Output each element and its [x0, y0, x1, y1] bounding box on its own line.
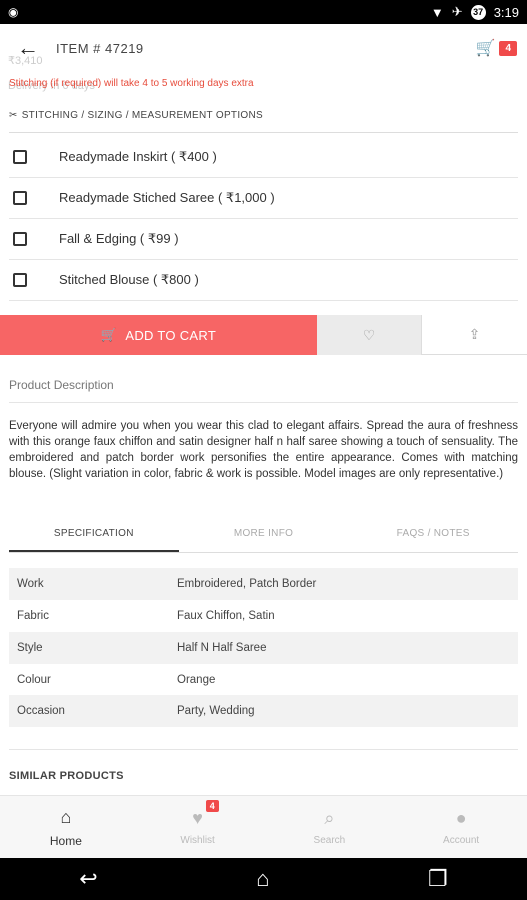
option-label: Stitched Blouse ( ₹800 ) [59, 272, 199, 287]
tab-more-info[interactable]: MORE INFO [179, 520, 349, 552]
app-bar: ₹3,410 Delivery in 6 days ← ITEM # 47219… [0, 24, 527, 92]
cart-count-badge: 4 [499, 40, 517, 56]
spec-value: Party, Wedding [177, 705, 255, 717]
status-icons: ▼ ✈ 37 3:19 [431, 4, 519, 20]
stitching-note: Stitching (if required) will take 4 to 5… [9, 78, 254, 89]
search-icon: ⌕ [324, 808, 335, 828]
heart-icon: ♥ [192, 808, 203, 828]
nav-label: Wishlist [180, 835, 215, 846]
inskirt-checkbox[interactable] [13, 150, 27, 164]
table-row: Occasion Party, Wedding [9, 695, 518, 727]
divider [9, 402, 518, 403]
divider [9, 749, 518, 750]
status-bar: ◉ ▼ ✈ 37 3:19 [0, 0, 527, 24]
nav-wishlist[interactable]: ♥ 4 Wishlist [132, 796, 264, 858]
tab-faqs-notes[interactable]: FAQS / NOTES [348, 520, 518, 552]
wishlist-count-badge: 4 [205, 800, 219, 812]
spec-value: Faux Chiffon, Satin [177, 610, 275, 622]
similar-products-title: SIMILAR PRODUCTS [9, 770, 124, 782]
stitched-saree-checkbox[interactable] [13, 191, 27, 205]
nav-label: Account [443, 835, 480, 846]
table-row: Work Embroidered, Patch Border [9, 568, 518, 600]
spec-key: Occasion [17, 705, 65, 717]
system-home-icon[interactable]: ⌂ [256, 866, 269, 892]
system-recents-icon[interactable]: ❐ [428, 866, 448, 892]
wifi-icon: ▼ [430, 4, 444, 20]
cart-icon: 🛒 [100, 327, 118, 342]
spec-value: Half N Half Saree [177, 642, 267, 654]
airplane-icon: ✈ [451, 4, 463, 19]
share-icon: ⇪ [468, 326, 481, 342]
table-row: Style Half N Half Saree [9, 632, 518, 664]
action-bar: 🛒 ADD TO CART ♡ ⇪ [0, 315, 527, 355]
spec-key: Colour [17, 674, 51, 686]
nav-home[interactable]: ⌂ Home [0, 796, 132, 858]
option-label: Readymade Inskirt ( ₹400 ) [59, 149, 217, 164]
system-back-icon[interactable]: ↩ [79, 866, 97, 892]
stitching-header: ✂ STITCHING / SIZING / MEASUREMENT OPTIO… [9, 110, 263, 121]
battery-icon: 37 [470, 4, 486, 20]
option-row-stitched-saree[interactable]: Readymade Stiched Saree ( ₹1,000 ) [9, 178, 518, 219]
option-label: Fall & Edging ( ₹99 ) [59, 231, 179, 246]
add-to-cart-label: ADD TO CART [125, 327, 217, 343]
option-row-inskirt[interactable]: Readymade Inskirt ( ₹400 ) [9, 137, 518, 178]
blouse-checkbox[interactable] [13, 273, 27, 287]
spec-value: Orange [177, 674, 216, 686]
fall-edging-checkbox[interactable] [13, 232, 27, 246]
add-to-cart-button[interactable]: 🛒 ADD TO CART [0, 315, 317, 355]
wishlist-button[interactable]: ♡ [317, 315, 422, 355]
option-row-blouse[interactable]: Stitched Blouse ( ₹800 ) [9, 260, 518, 301]
spec-key: Style [17, 642, 43, 654]
table-row: Fabric Faux Chiffon, Satin [9, 600, 518, 632]
spec-key: Work [17, 578, 44, 590]
divider [9, 132, 518, 133]
spec-value: Embroidered, Patch Border [177, 578, 317, 590]
option-row-fall-edging[interactable]: Fall & Edging ( ₹99 ) [9, 219, 518, 260]
scissors-icon: ✂ [9, 110, 18, 121]
share-button[interactable]: ⇪ [422, 315, 527, 355]
description-title: Product Description [9, 378, 114, 392]
system-nav-bar: ↩ ⌂ ❐ [0, 858, 527, 900]
nav-label: Home [49, 833, 82, 848]
option-label: Readymade Stiched Saree ( ₹1,000 ) [59, 190, 275, 205]
table-row: Colour Orange [9, 664, 518, 696]
nav-label: Search [313, 835, 346, 846]
tab-bar: SPECIFICATION MORE INFO FAQS / NOTES [9, 520, 518, 553]
nav-search[interactable]: ⌕ Search [264, 796, 396, 858]
bottom-nav: ⌂ Home ♥ 4 Wishlist ⌕ Search ● Account [0, 795, 527, 858]
item-title: ITEM # 47219 [56, 40, 144, 56]
home-icon: ⌂ [60, 806, 72, 827]
description-text: Everyone will admire you when you wear t… [9, 420, 518, 480]
status-time: 3:19 [493, 4, 519, 20]
stitching-header-label: STITCHING / SIZING / MEASUREMENT OPTIONS [21, 110, 263, 121]
cart-button[interactable]: 🛒 4 [476, 38, 517, 58]
ghost-price: ₹3,410 [8, 55, 43, 67]
tab-specification[interactable]: SPECIFICATION [9, 520, 179, 552]
heart-icon: ♡ [362, 326, 376, 343]
spec-key: Fabric [17, 610, 49, 622]
nav-account[interactable]: ● Account [395, 796, 527, 858]
whatsapp-icon: ◉ [8, 5, 19, 19]
cart-icon: 🛒 [475, 40, 496, 57]
account-icon: ● [455, 808, 467, 828]
